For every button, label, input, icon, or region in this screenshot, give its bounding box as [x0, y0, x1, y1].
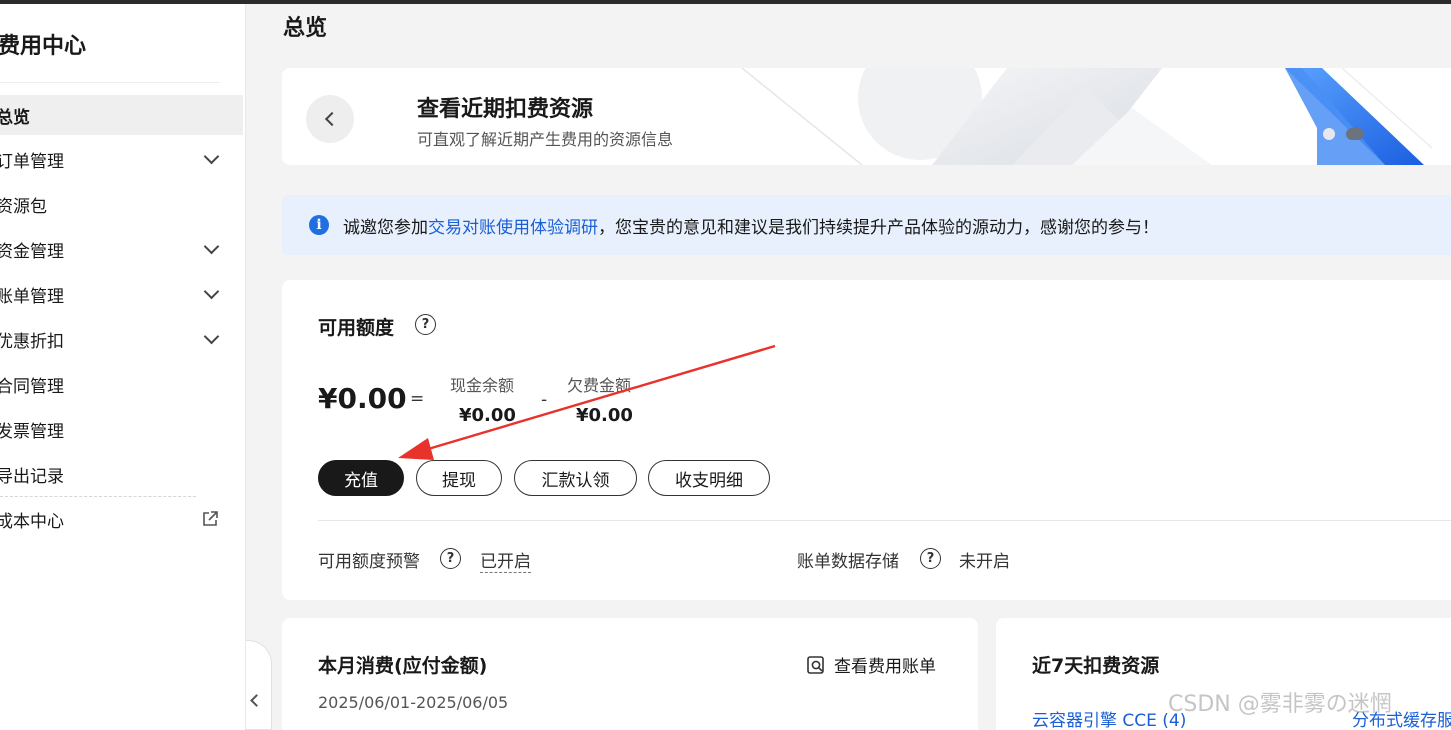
sidebar-item-funds[interactable]: 资金管理 — [0, 229, 243, 269]
quota-alert-value: 已开启 — [480, 552, 531, 573]
sidebar: 费用中心 总览 订单管理 资源包 资金管理 账单管理 优惠折扣 合同管理 发票管… — [0, 4, 246, 730]
sidebar-item-label: 合同管理 — [0, 376, 64, 397]
sidebar-item-label: 订单管理 — [0, 151, 64, 172]
chevron-down-icon — [203, 286, 219, 302]
sidebar-item-label: 优惠折扣 — [0, 331, 64, 352]
banner-illustration — [742, 68, 1433, 165]
recharge-button[interactable]: 充值 — [318, 460, 404, 496]
chevron-left-icon — [324, 111, 340, 127]
view-bill-link[interactable]: 查看费用账单 — [806, 652, 936, 677]
sidebar-item-contracts[interactable]: 合同管理 — [0, 364, 243, 404]
chevron-down-icon — [203, 151, 219, 167]
bill-storage-label: 账单数据存储 — [797, 552, 899, 572]
cash-balance-label: 现金余额 — [450, 376, 515, 395]
help-icon[interactable]: ? — [920, 548, 941, 569]
banner: 查看近期扣费资源 可直观了解近期产生费用的资源信息 — [282, 68, 1451, 165]
sidebar-item-packages[interactable]: 资源包 — [0, 184, 243, 224]
equals-sign: = — [410, 389, 425, 409]
notice-suffix: ，您宝贵的意见和建议是我们持续提升产品体验的源动力，感谢您的参与！ — [598, 217, 1159, 238]
sidebar-title: 费用中心 — [0, 34, 87, 59]
sidebar-item-label: 发票管理 — [0, 421, 64, 442]
banner-subtitle: 可直观了解近期产生费用的资源信息 — [417, 130, 674, 149]
info-icon: i — [309, 215, 329, 235]
sidebar-divider — [0, 82, 220, 83]
quota-total: ¥0.00 — [318, 382, 407, 415]
monthly-spending-title: 本月消费(应付金额) — [318, 655, 488, 677]
sidebar-separator — [0, 496, 196, 497]
quota-alert-status[interactable]: 已开启 — [480, 547, 531, 573]
sidebar-item-bills[interactable]: 账单管理 — [0, 274, 243, 314]
sidebar-item-label: 导出记录 — [0, 466, 64, 487]
withdraw-button[interactable]: 提现 — [416, 460, 502, 496]
sidebar-collapse-button[interactable] — [246, 640, 272, 730]
sidebar-item-overview[interactable]: 总览 — [0, 95, 243, 135]
minus-sign: - — [541, 390, 548, 410]
chevron-down-icon — [203, 331, 219, 347]
help-icon[interactable]: ? — [440, 548, 461, 569]
available-quota-card: 可用额度 ? ¥0.00 = 现金余额 ¥0.00 - 欠费金额 ¥0.00 充… — [282, 280, 1451, 600]
watermark: CSDN @雾非雾の迷惘 — [1168, 692, 1392, 717]
sidebar-item-label: 账单管理 — [0, 286, 64, 307]
external-link-icon — [201, 510, 219, 528]
sidebar-item-label: 成本中心 — [0, 511, 64, 532]
chevron-left-icon — [250, 694, 263, 707]
sidebar-item-label: 资金管理 — [0, 241, 64, 262]
sidebar-item-label: 资源包 — [0, 196, 47, 217]
bill-search-icon — [806, 655, 826, 675]
chevron-down-icon — [203, 241, 219, 257]
help-icon[interactable]: ? — [415, 314, 436, 335]
cash-balance-value: ¥0.00 — [459, 405, 516, 426]
page-title: 总览 — [283, 16, 328, 41]
sidebar-item-exports[interactable]: 导出记录 — [0, 454, 243, 494]
bill-storage-status: 未开启 — [959, 552, 1010, 572]
survey-link[interactable]: 交易对账使用体验调研 — [428, 213, 598, 238]
resource-link[interactable]: 云容器引擎 CCE (4) — [1032, 706, 1186, 730]
monthly-spending-card: 本月消费(应付金额) 查看费用账单 2025/06/01-2025/06/05 — [282, 618, 978, 730]
debt-amount-label: 欠费金额 — [567, 376, 632, 395]
billing-date-range: 2025/06/01-2025/06/05 — [318, 693, 509, 712]
quota-divider — [318, 520, 1451, 521]
remittance-claim-button[interactable]: 汇款认领 — [514, 460, 637, 496]
sidebar-item-cost-center[interactable]: 成本中心 — [0, 499, 243, 539]
sidebar-item-invoices[interactable]: 发票管理 — [0, 409, 243, 449]
transactions-detail-button[interactable]: 收支明细 — [648, 460, 770, 496]
debt-amount-value: ¥0.00 — [576, 405, 633, 426]
sidebar-item-label: 总览 — [0, 107, 30, 128]
sidebar-item-orders[interactable]: 订单管理 — [0, 139, 243, 179]
sidebar-item-discounts[interactable]: 优惠折扣 — [0, 319, 243, 359]
quota-alert-label: 可用额度预警 — [318, 552, 420, 572]
quota-title: 可用额度 — [318, 317, 395, 339]
view-bill-label: 查看费用账单 — [834, 657, 936, 677]
recent-deduction-title: 近7天扣费资源 — [1032, 655, 1160, 677]
survey-notice: i 诚邀您参加 交易对账使用体验调研 ，您宝贵的意见和建议是我们持续提升产品体验的源… — [282, 195, 1451, 255]
banner-title: 查看近期扣费资源 — [417, 97, 594, 122]
notice-prefix: 诚邀您参加 — [343, 217, 428, 238]
banner-prev-button[interactable] — [306, 95, 354, 143]
